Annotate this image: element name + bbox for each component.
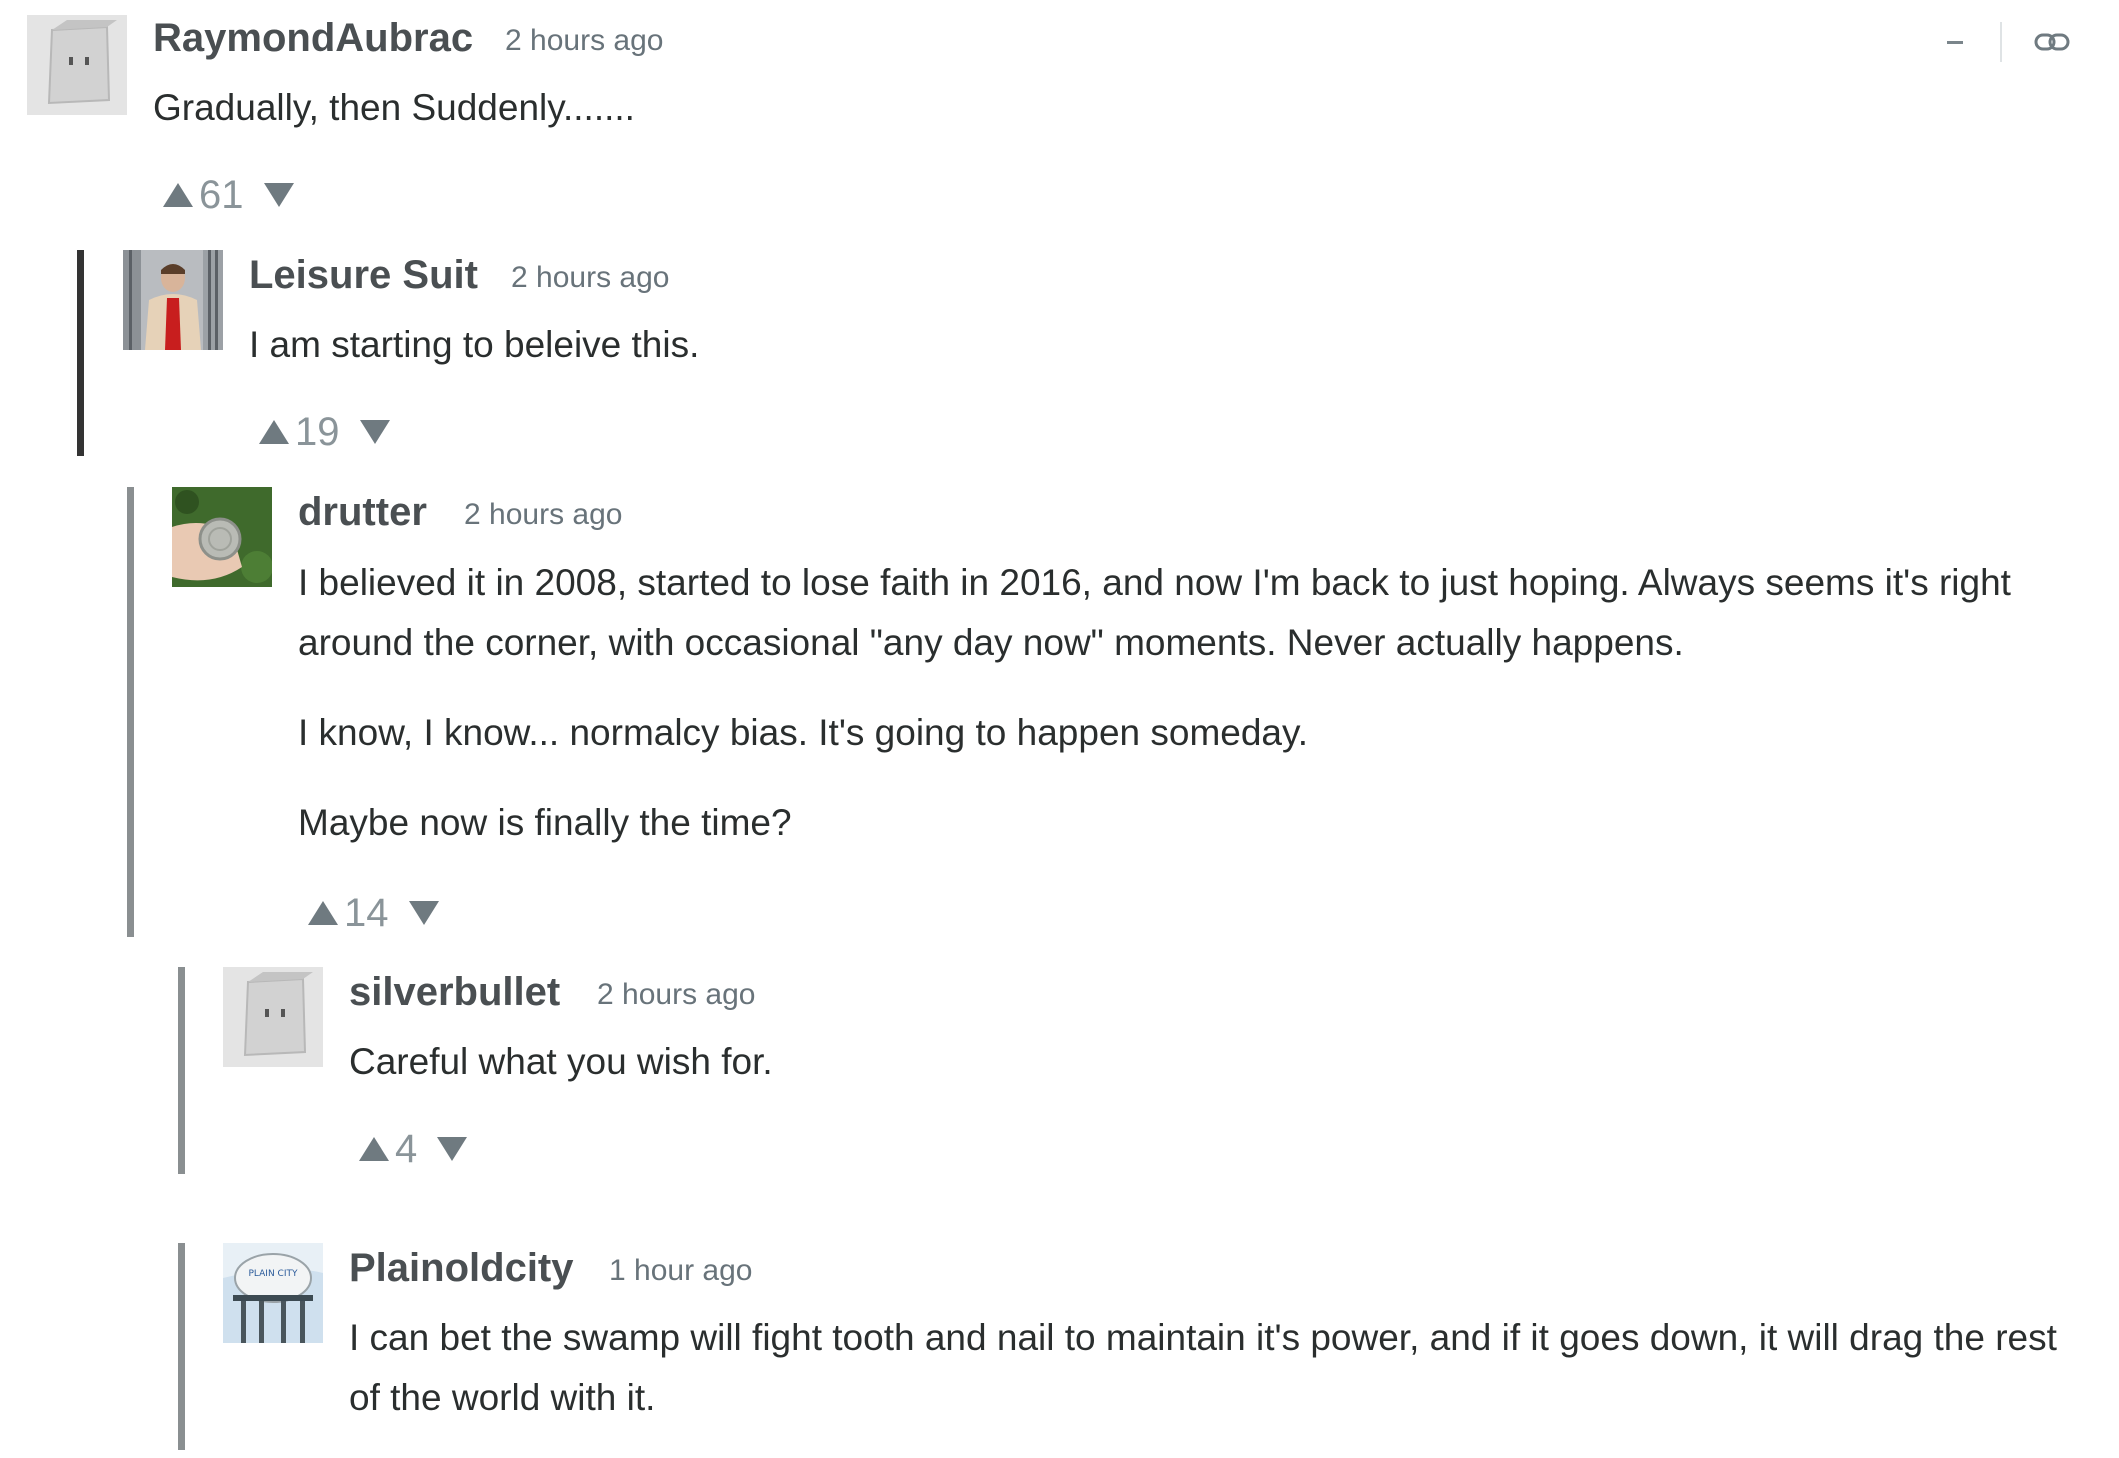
controls-divider <box>2000 22 2002 62</box>
vote-controls: 61 <box>163 170 294 220</box>
comment-timestamp[interactable]: 2 hours ago <box>511 261 669 295</box>
comment-body: Careful what you wish for. <box>349 1032 2049 1122</box>
comment-controls <box>1940 20 2072 64</box>
comment-paragraph: I believed it in 2008, started to lose f… <box>298 562 2011 663</box>
comment-author[interactable]: Leisure Suit <box>249 253 478 298</box>
comment-author[interactable]: drutter <box>298 490 427 535</box>
comment-paragraph: Careful what you wish for. <box>349 1041 773 1082</box>
comment-body: I am starting to beleive this. <box>249 315 2049 405</box>
vote-count: 19 <box>295 409 340 454</box>
comment-author[interactable]: Plainoldcity <box>349 1246 574 1291</box>
vote-controls: 19 <box>259 407 390 457</box>
upvote-icon[interactable] <box>359 1137 389 1161</box>
comment-timestamp[interactable]: 1 hour ago <box>609 1254 752 1288</box>
comment-body: I believed it in 2008, started to lose f… <box>298 553 2093 883</box>
comment-timestamp[interactable]: 2 hours ago <box>597 978 755 1012</box>
comment-paragraph: Gradually, then Suddenly....... <box>153 87 635 128</box>
upvote-icon[interactable] <box>163 183 193 207</box>
comment-author[interactable]: silverbullet <box>349 970 560 1015</box>
comment-body: I can bet the swamp will fight tooth and… <box>349 1308 2094 1458</box>
man-in-suit-avatar[interactable] <box>123 250 223 350</box>
svg-text:PLAIN CITY: PLAIN CITY <box>249 1269 298 1279</box>
chain-link-icon[interactable] <box>2032 27 2072 57</box>
water-tower-avatar[interactable]: PLAIN CITY <box>223 1243 323 1343</box>
comment-timestamp[interactable]: 2 hours ago <box>505 24 663 58</box>
vote-controls: 14 <box>308 888 439 938</box>
thread-line[interactable] <box>178 1243 185 1450</box>
comment-timestamp[interactable]: 2 hours ago <box>464 498 622 532</box>
comment-author[interactable]: RaymondAubrac <box>153 16 473 61</box>
upvote-icon[interactable] <box>308 901 338 925</box>
downvote-icon[interactable] <box>263 183 294 207</box>
comment-paragraph: Maybe now is finally the time? <box>298 802 792 843</box>
downvote-icon[interactable] <box>437 1137 468 1161</box>
vote-controls: 4 <box>359 1124 468 1174</box>
comment-paragraph: I know, I know... normalcy bias. It's go… <box>298 712 1309 753</box>
paper-bag-avatar[interactable] <box>27 15 127 115</box>
upvote-icon[interactable] <box>259 420 289 444</box>
thread-line[interactable] <box>178 967 185 1174</box>
minus-icon[interactable] <box>1940 27 1970 57</box>
comment-body: Gradually, then Suddenly....... <box>153 78 2053 168</box>
downvote-icon[interactable] <box>359 420 390 444</box>
comment-paragraph: I can bet the swamp will fight tooth and… <box>349 1317 2057 1418</box>
vote-count: 4 <box>395 1126 418 1171</box>
downvote-icon[interactable] <box>408 901 439 925</box>
comment-paragraph: I am starting to beleive this. <box>249 324 700 365</box>
thread-line[interactable] <box>127 487 134 937</box>
hand-holding-coin-avatar[interactable] <box>172 487 272 587</box>
paper-bag-avatar[interactable] <box>223 967 323 1067</box>
thread-line[interactable] <box>77 250 84 456</box>
vote-count: 61 <box>199 172 244 217</box>
vote-count: 14 <box>344 890 389 935</box>
